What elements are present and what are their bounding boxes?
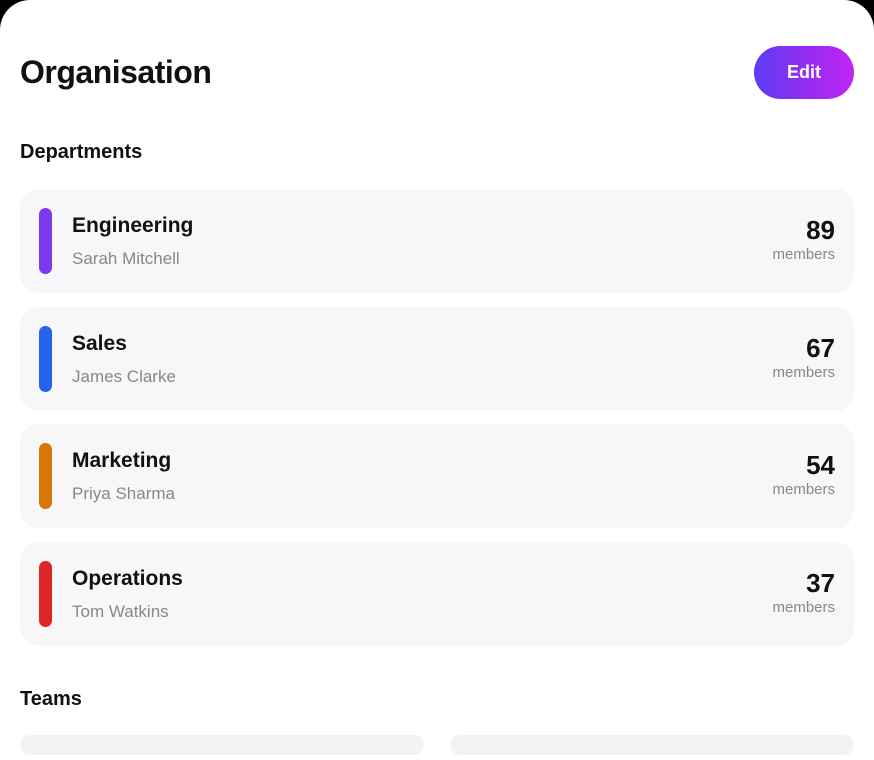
member-count-label: members: [772, 481, 835, 498]
department-name: Engineering: [72, 214, 194, 237]
member-count: 89: [806, 215, 835, 245]
department-name: Sales: [72, 331, 127, 355]
department-lead: James Clarke: [72, 366, 176, 386]
organisation-screen: Organisation Edit Departments Engineerin…: [0, 0, 874, 760]
department-card-sales[interactable]: Sales James Clarke 67 members: [20, 306, 854, 411]
department-lead: Tom Watkins: [72, 601, 169, 621]
department-color-bar: [39, 560, 52, 627]
member-count: 37: [806, 567, 835, 598]
member-count-label: members: [772, 598, 835, 616]
header: Organisation Edit: [20, 45, 854, 99]
teams-heading: Teams: [20, 688, 82, 710]
page-title: Organisation: [20, 53, 212, 90]
department-card-marketing[interactable]: Marketing Priya Sharma 54 members: [20, 424, 854, 528]
team-card[interactable]: [20, 735, 424, 755]
edit-button[interactable]: Edit: [754, 45, 854, 99]
department-color-bar: [39, 325, 52, 392]
team-card[interactable]: [450, 735, 854, 755]
member-count: 54: [806, 450, 835, 480]
department-card-operations[interactable]: Operations Tom Watkins 37 members: [20, 541, 854, 646]
member-count-label: members: [772, 246, 835, 263]
member-count: 67: [806, 332, 835, 363]
department-name: Marketing: [72, 449, 172, 472]
department-lead: Sarah Mitchell: [72, 249, 180, 268]
department-list: Engineering Sarah Mitchell 89 members Sa…: [20, 189, 854, 659]
department-color-bar: [39, 443, 52, 509]
team-list: [20, 735, 854, 755]
department-card-engineering[interactable]: Engineering Sarah Mitchell 89 members: [20, 189, 854, 293]
member-count-label: members: [772, 363, 835, 381]
department-color-bar: [39, 208, 52, 274]
department-name: Operations: [72, 566, 183, 590]
department-lead: Priya Sharma: [72, 484, 175, 503]
departments-heading: Departments: [20, 141, 143, 163]
